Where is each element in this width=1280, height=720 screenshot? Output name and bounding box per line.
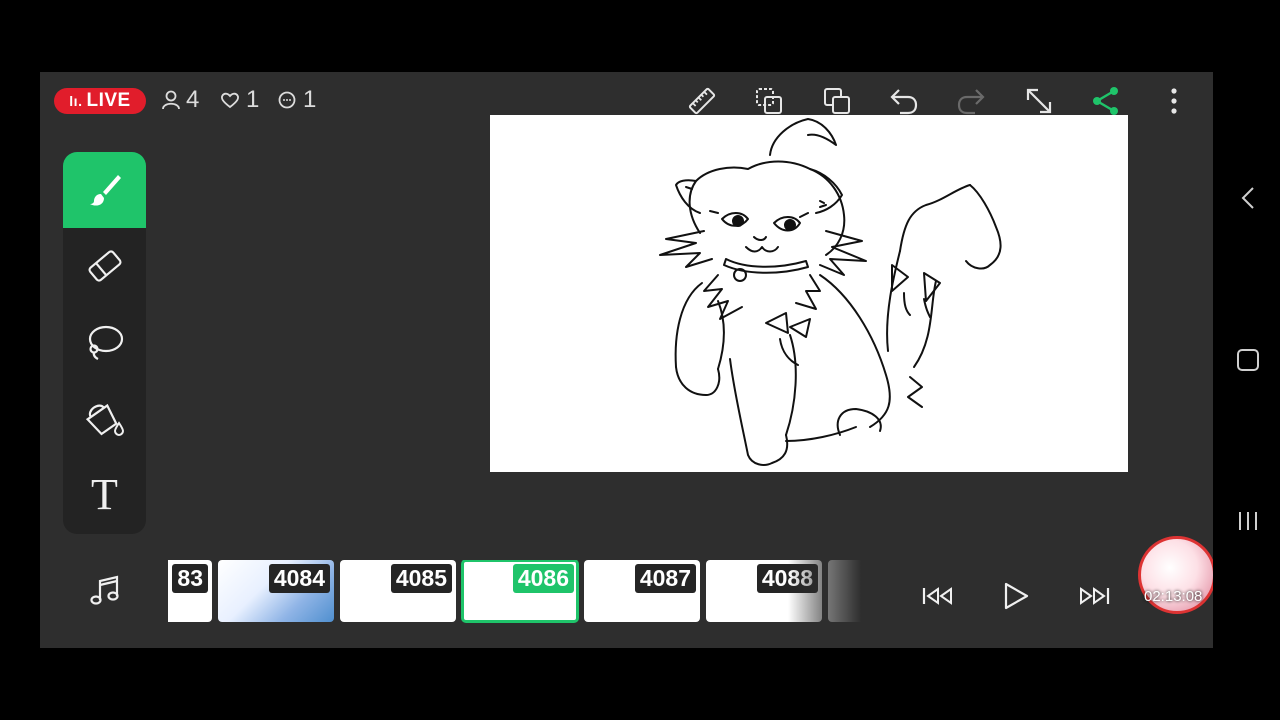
cat-sketch <box>659 118 1002 466</box>
brush-tool[interactable] <box>63 152 146 228</box>
redo-icon <box>957 89 985 115</box>
frame-number: 4086 <box>512 564 574 593</box>
skip-forward-icon <box>1080 587 1110 605</box>
undo-icon <box>890 89 918 115</box>
stream-timer: 02:13:08 <box>1144 588 1203 605</box>
frame-number: 83 <box>172 564 208 593</box>
share-button[interactable] <box>1088 83 1124 119</box>
music-note-icon <box>90 575 119 605</box>
copy-layer-button[interactable] <box>751 83 787 119</box>
play-icon <box>1004 582 1029 610</box>
fill-tool[interactable] <box>63 380 146 456</box>
live-bars-icon: lı. <box>69 93 83 109</box>
comment-count-value: 1 <box>303 86 317 113</box>
recents-icon <box>1239 512 1257 530</box>
duplicate-icon <box>824 88 850 114</box>
comment-count: 1 <box>277 86 316 114</box>
frame-thumbnail[interactable]: 4087 <box>584 560 700 622</box>
play-button[interactable] <box>995 576 1035 616</box>
text-tool-label: T <box>91 469 118 519</box>
undo-button[interactable] <box>886 83 922 119</box>
skip-to-end-button[interactable] <box>1074 576 1114 616</box>
share-icon <box>1093 87 1118 115</box>
copy-layer-icon <box>756 88 782 114</box>
lasso-tool[interactable] <box>63 304 146 380</box>
home-nav-button[interactable] <box>1234 346 1262 374</box>
skip-to-start-button[interactable] <box>918 576 958 616</box>
lasso-icon <box>88 325 123 360</box>
frame-thumbnail[interactable]: 4085 <box>340 560 456 622</box>
paint-bucket-icon <box>85 403 124 437</box>
home-square-icon <box>1237 349 1259 371</box>
more-options-button[interactable] <box>1156 83 1192 119</box>
eraser-tool[interactable] <box>63 228 146 304</box>
frame-number: 4084 <box>268 564 330 593</box>
back-nav-button[interactable] <box>1234 184 1262 212</box>
live-badge[interactable]: lı. LIVE <box>54 88 146 114</box>
brush-icon <box>89 175 121 206</box>
redo-button[interactable] <box>953 83 989 119</box>
frame-thumbnail[interactable]: 83 <box>168 560 212 622</box>
music-button[interactable] <box>88 574 122 613</box>
expand-icon <box>1026 88 1052 114</box>
skip-back-icon <box>922 587 952 605</box>
eraser-icon <box>87 250 122 282</box>
text-tool[interactable]: T <box>63 456 146 532</box>
like-count-value: 1 <box>246 86 260 113</box>
timeline-fade <box>788 560 874 624</box>
frame-number: 4085 <box>390 564 452 593</box>
person-icon <box>162 90 180 110</box>
duplicate-button[interactable] <box>819 83 855 119</box>
comment-icon <box>278 91 296 109</box>
viewer-count-value: 4 <box>186 86 200 113</box>
like-count: 1 <box>220 86 259 114</box>
viewer-count: 4 <box>162 86 199 114</box>
ruler-button[interactable] <box>684 83 720 119</box>
more-icon <box>1171 88 1177 114</box>
expand-button[interactable] <box>1021 83 1057 119</box>
drawing-canvas[interactable] <box>490 115 1128 472</box>
animation-app: lı. LIVE 4 1 1 T 83 4084 4085 4086 4087 … <box>40 72 1213 648</box>
tool-panel: T <box>63 152 146 534</box>
live-label: LIVE <box>86 90 131 111</box>
frame-thumbnail[interactable]: 4084 <box>218 560 334 622</box>
frame-timeline[interactable]: 83 4084 4085 4086 4087 4088 <box>168 560 874 624</box>
heart-icon <box>221 92 239 109</box>
frame-thumbnail-current[interactable]: 4086 <box>461 560 579 623</box>
ruler-icon <box>688 87 716 115</box>
chevron-left-icon <box>1241 187 1254 209</box>
recents-nav-button[interactable] <box>1234 507 1262 535</box>
frame-number: 4087 <box>634 564 696 593</box>
